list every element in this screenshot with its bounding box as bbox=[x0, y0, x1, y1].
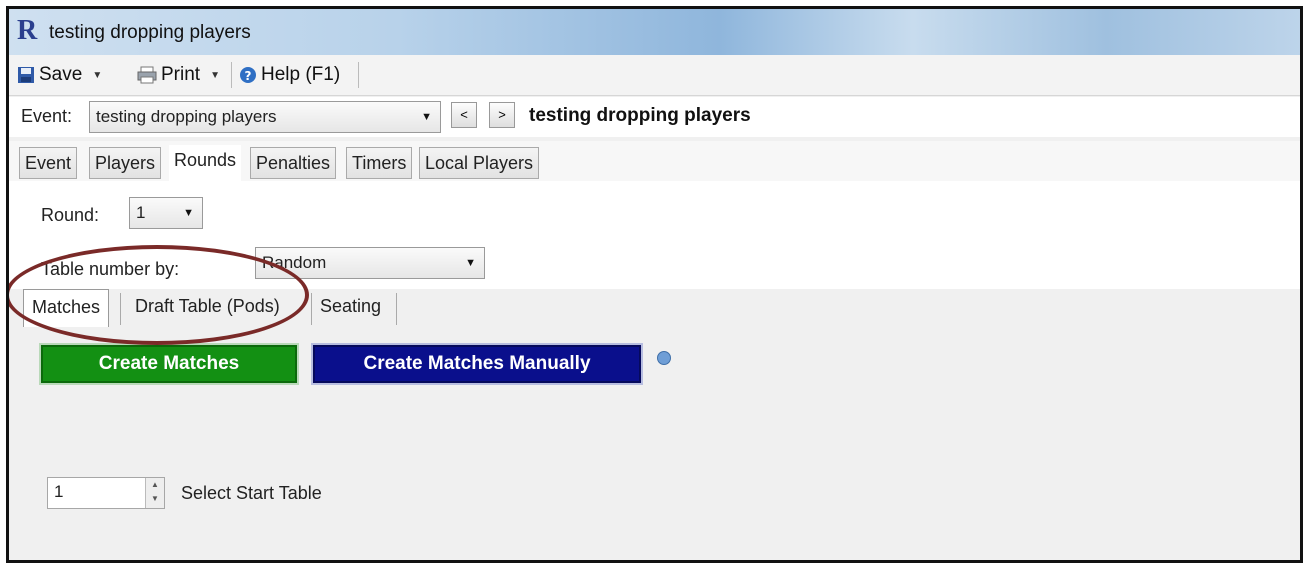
title-bar: R testing dropping players bbox=[9, 9, 1300, 55]
next-event-button[interactable]: > bbox=[489, 102, 515, 128]
tab-divider bbox=[396, 293, 397, 325]
toolbar: Save ▼ Print ▼ ? Help (F1) bbox=[9, 55, 1300, 96]
tab-matches[interactable]: Matches bbox=[23, 289, 110, 327]
svg-text:?: ? bbox=[245, 69, 252, 83]
table-number-label: Table number by: bbox=[41, 259, 180, 279]
event-name-heading: testing dropping players bbox=[529, 105, 751, 126]
event-label: Event: bbox=[21, 106, 73, 126]
start-table-label: Select Start Table bbox=[181, 483, 322, 503]
create-matches-manually-button[interactable]: Create Matches Manually bbox=[313, 345, 641, 383]
toolbar-separator bbox=[358, 62, 359, 88]
tab-event[interactable]: Event bbox=[19, 147, 78, 179]
main-tabs: Event Players Rounds Penalties Timers Lo… bbox=[9, 141, 1300, 182]
tab-seating[interactable]: Seating bbox=[312, 289, 389, 327]
round-select[interactable]: 1 ▼ bbox=[129, 197, 203, 229]
tab-local-players[interactable]: Local Players bbox=[419, 147, 540, 179]
event-select[interactable]: testing dropping players ▼ bbox=[89, 101, 441, 133]
tab-players[interactable]: Players bbox=[89, 147, 162, 179]
create-matches-button[interactable]: Create Matches bbox=[41, 345, 297, 383]
save-dropdown-icon[interactable]: ▼ bbox=[92, 70, 102, 81]
table-number-value: Random bbox=[262, 253, 327, 272]
matches-panel: Create Matches Create Matches Manually 1… bbox=[9, 329, 1300, 560]
tab-timers[interactable]: Timers bbox=[346, 147, 413, 179]
chevron-down-icon: ▼ bbox=[183, 207, 194, 219]
printer-icon bbox=[137, 66, 157, 84]
table-number-select[interactable]: Random ▼ bbox=[255, 247, 485, 279]
event-select-value: testing dropping players bbox=[96, 107, 277, 126]
round-panel: Round: 1 ▼ Table number by: Random ▼ bbox=[9, 181, 1300, 289]
stepper-arrows-icon[interactable]: ▲ ▼ bbox=[145, 478, 164, 508]
start-table-stepper[interactable]: 1 ▲ ▼ bbox=[47, 477, 165, 509]
app-logo-icon: R bbox=[17, 15, 38, 46]
print-button[interactable]: Print ▼ bbox=[137, 64, 220, 86]
app-window: R testing dropping players Save ▼ Print … bbox=[6, 6, 1303, 563]
round-select-value: 1 bbox=[136, 203, 146, 222]
start-table-value: 1 bbox=[54, 482, 64, 501]
tab-penalties[interactable]: Penalties bbox=[250, 147, 337, 179]
help-button[interactable]: ? Help (F1) bbox=[239, 64, 340, 86]
tab-rounds[interactable]: Rounds bbox=[169, 145, 242, 181]
save-label: Save bbox=[39, 64, 83, 85]
print-label: Print bbox=[161, 64, 201, 85]
round-label: Round: bbox=[41, 205, 100, 225]
tab-draft-table-pods[interactable]: Draft Table (Pods) bbox=[127, 289, 288, 327]
chevron-down-icon: ▼ bbox=[465, 257, 476, 269]
save-button[interactable]: Save ▼ bbox=[17, 64, 102, 86]
info-icon[interactable] bbox=[657, 351, 671, 365]
floppy-disk-icon bbox=[18, 67, 34, 83]
print-dropdown-icon[interactable]: ▼ bbox=[210, 70, 220, 81]
window-title: testing dropping players bbox=[49, 22, 251, 43]
help-label: Help (F1) bbox=[261, 64, 341, 85]
event-bar: Event: testing dropping players ▼ < > te… bbox=[9, 97, 1300, 137]
help-icon: ? bbox=[240, 67, 256, 83]
chevron-down-icon: ▼ bbox=[421, 111, 432, 123]
toolbar-separator bbox=[231, 62, 232, 88]
sub-tabs: Matches Draft Table (Pods) Seating bbox=[9, 289, 1300, 329]
tab-divider bbox=[120, 293, 121, 325]
prev-event-button[interactable]: < bbox=[451, 102, 477, 128]
